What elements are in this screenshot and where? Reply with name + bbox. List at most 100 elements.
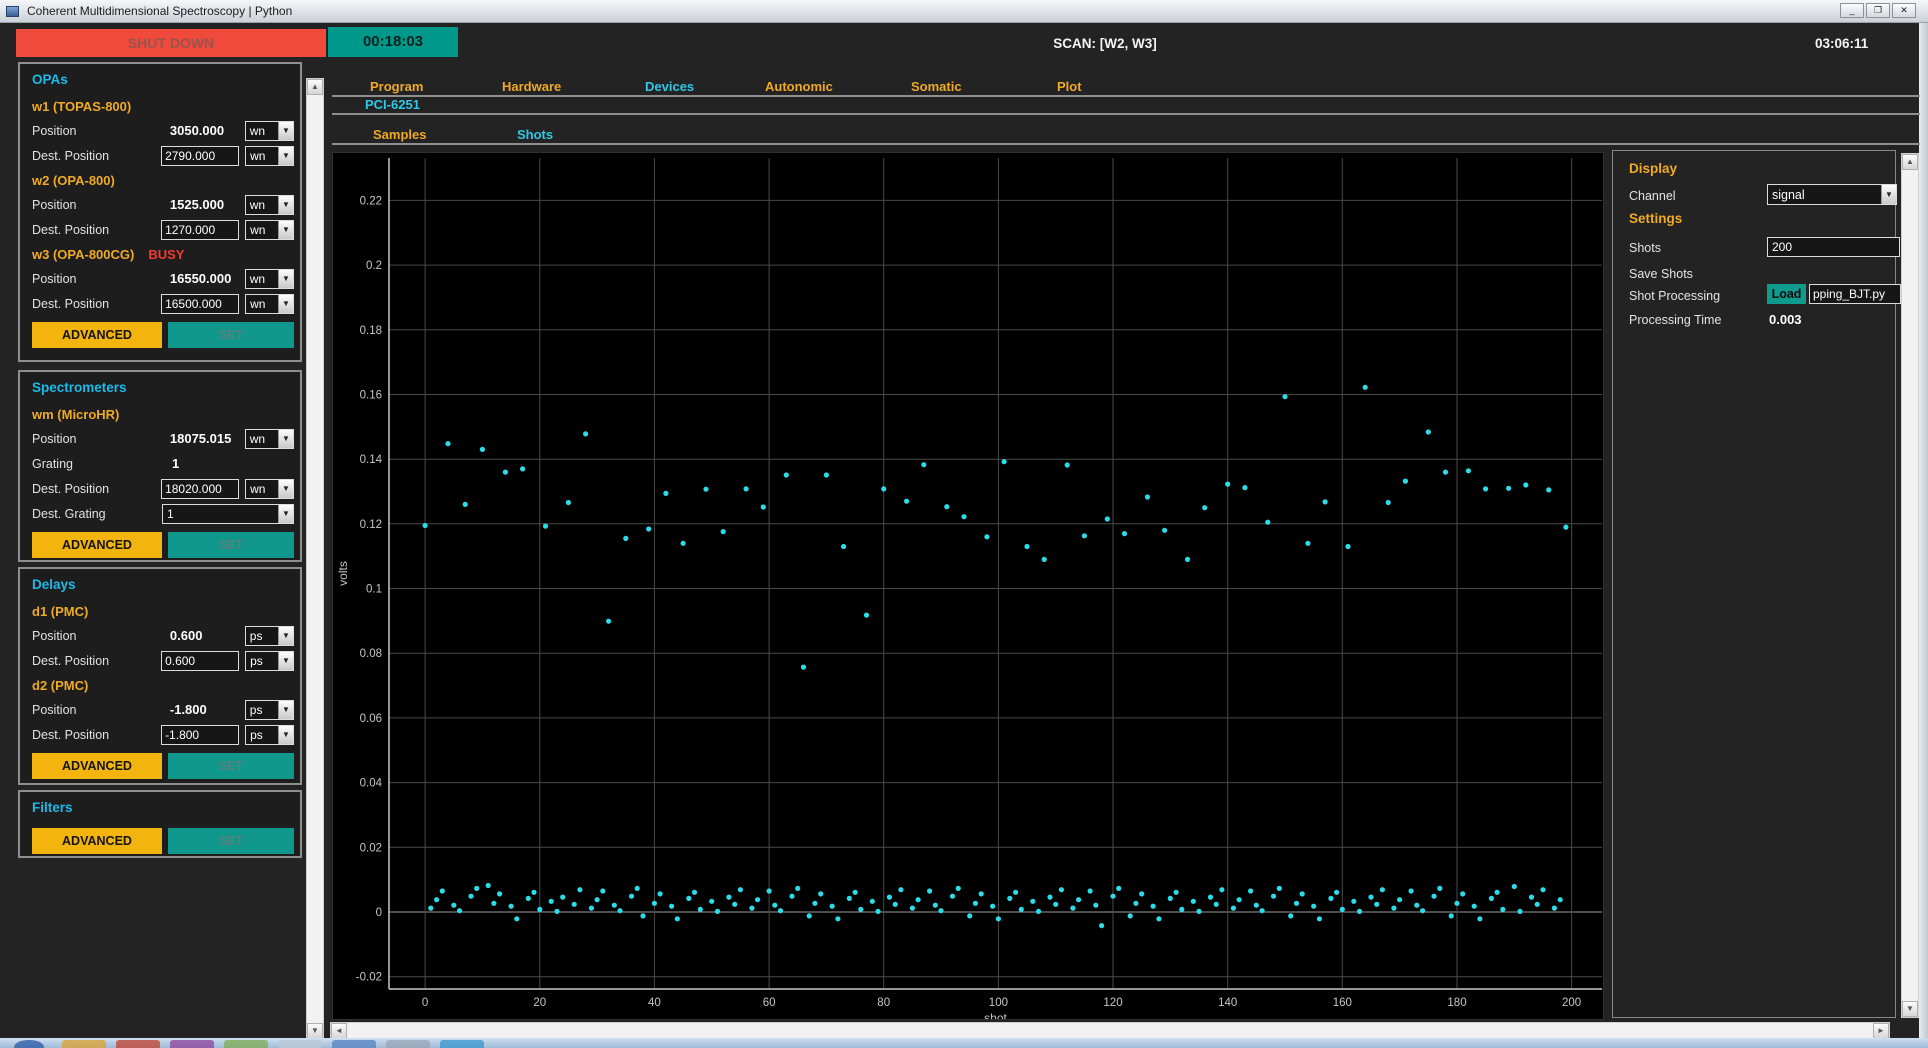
processing-time-label: Processing Time: [1629, 313, 1722, 327]
tab-plot[interactable]: Plot: [1057, 79, 1082, 94]
maximize-button[interactable]: ❐: [1866, 3, 1890, 18]
motor-name: d1 (PMC): [32, 603, 89, 619]
shots-scatter-plot[interactable]: -0.02 0 0.02 0.04 0.06 0.08 0.1 0.12 0.14 0.16 0.1…: [332, 152, 1604, 1025]
svg-text:120: 120: [1103, 997, 1122, 1009]
motor-row: Position -1.800 ps ▼: [32, 697, 294, 722]
advanced-button[interactable]: ADVANCED: [32, 532, 162, 558]
script-path-input[interactable]: [1809, 284, 1901, 304]
set-button[interactable]: SET: [168, 532, 294, 558]
scan-status-label: SCAN: [W2, W3]: [1053, 36, 1157, 51]
set-button[interactable]: SET: [168, 753, 294, 779]
right-panel-scrollbar[interactable]: ▲ ▼: [1901, 153, 1919, 1018]
tab-pci-6251[interactable]: PCI-6251: [365, 97, 420, 112]
channel-select[interactable]: signal ▼: [1767, 184, 1897, 205]
taskbar-icon[interactable]: [278, 1040, 322, 1048]
chevron-down-icon[interactable]: ▼: [278, 220, 293, 239]
advanced-button[interactable]: ADVANCED: [32, 322, 162, 348]
window-title: Coherent Multidimensional Spectroscopy |…: [27, 4, 293, 18]
title-bar[interactable]: Coherent Multidimensional Spectroscopy |…: [0, 0, 1928, 23]
svg-text:0.22: 0.22: [360, 195, 382, 207]
chevron-down-icon[interactable]: ▼: [278, 121, 293, 140]
chevron-down-icon[interactable]: ▼: [278, 504, 293, 523]
subtab-shots[interactable]: Shots: [517, 127, 553, 142]
scroll-up-icon[interactable]: ▲: [307, 79, 323, 95]
unit-select[interactable]: wn ▼: [244, 194, 294, 215]
chevron-down-icon[interactable]: ▼: [278, 479, 293, 498]
dest-position-input[interactable]: [161, 478, 240, 499]
unit-select[interactable]: ps ▼: [245, 724, 294, 745]
scroll-left-icon[interactable]: ◄: [331, 1023, 347, 1039]
unit-value: ps: [249, 628, 263, 643]
unit-select[interactable]: wn ▼: [245, 478, 294, 499]
chevron-down-icon[interactable]: ▼: [278, 626, 293, 645]
taskbar-icon[interactable]: [224, 1040, 268, 1048]
dest-position-input[interactable]: [161, 145, 240, 166]
shutdown-button[interactable]: SHUT DOWN: [16, 29, 326, 57]
row-label: Position: [32, 628, 77, 643]
scroll-up-icon[interactable]: ▲: [1902, 154, 1918, 170]
advanced-button[interactable]: ADVANCED: [32, 828, 162, 854]
tab-devices[interactable]: Devices: [645, 79, 694, 94]
chevron-down-icon[interactable]: ▼: [278, 429, 293, 448]
dest-position-input[interactable]: [161, 724, 240, 745]
plot-canvas[interactable]: -0.02 0 0.02 0.04 0.06 0.08 0.1 0.12 0.14 0.16 0.1…: [333, 153, 1603, 1025]
svg-text:0: 0: [376, 907, 382, 919]
save-shots-label: Save Shots: [1629, 267, 1693, 281]
unit-select[interactable]: wn ▼: [244, 120, 294, 141]
unit-select[interactable]: wn ▼: [244, 428, 294, 449]
unit-select[interactable]: wn ▼: [245, 293, 294, 314]
minimize-button[interactable]: _: [1840, 3, 1864, 18]
position-readout: 18075.015: [169, 431, 232, 446]
chevron-down-icon[interactable]: ▼: [278, 146, 293, 165]
svg-text:0.2: 0.2: [366, 260, 382, 272]
taskbar-icon[interactable]: [116, 1040, 160, 1048]
dest-position-input[interactable]: [161, 650, 240, 671]
shots-input[interactable]: [1767, 237, 1900, 257]
unit-select[interactable]: ps ▼: [244, 625, 294, 646]
chevron-down-icon[interactable]: ▼: [278, 195, 293, 214]
chevron-down-icon[interactable]: ▼: [278, 725, 293, 744]
dest-position-input[interactable]: [161, 219, 240, 240]
advanced-button[interactable]: ADVANCED: [32, 753, 162, 779]
close-button[interactable]: ✕: [1892, 3, 1916, 18]
taskbar-icon[interactable]: [332, 1040, 376, 1048]
taskbar-icon[interactable]: [386, 1040, 430, 1048]
taskbar-icon[interactable]: [62, 1040, 106, 1048]
sidebar-section-spectrometers: Spectrometers wm (MicroHR) Position 18075.0…: [18, 370, 302, 562]
chevron-down-icon[interactable]: ▼: [278, 269, 293, 288]
tab-program[interactable]: Program: [370, 79, 423, 94]
row-label: Dest. Position: [32, 296, 110, 311]
motor-row: Grating 1: [32, 451, 294, 476]
chevron-down-icon[interactable]: ▼: [278, 700, 293, 719]
motor-row: Dest. Position ps ▼: [32, 648, 294, 673]
chevron-down-icon[interactable]: ▼: [278, 294, 293, 313]
scroll-right-icon[interactable]: ►: [1873, 1023, 1889, 1039]
tab-hardware[interactable]: Hardware: [502, 79, 561, 94]
y-axis-label: volts: [336, 561, 350, 586]
unit-select[interactable]: wn ▼: [245, 145, 294, 166]
scroll-down-icon[interactable]: ▼: [307, 1023, 323, 1039]
center-vertical-scrollbar[interactable]: ▲ ▼: [306, 78, 324, 1040]
chevron-down-icon[interactable]: ▼: [1881, 185, 1896, 204]
section-buttons: ADVANCED SET: [32, 828, 294, 854]
svg-text:0.02: 0.02: [360, 842, 382, 854]
set-button[interactable]: SET: [168, 828, 294, 854]
start-orb-icon[interactable]: [14, 1040, 44, 1048]
subtab-samples[interactable]: Samples: [373, 127, 426, 142]
tab-autonomic[interactable]: Autonomic: [765, 79, 833, 94]
dest-position-input[interactable]: [161, 293, 240, 314]
windows-taskbar[interactable]: [0, 1038, 1928, 1048]
unit-select[interactable]: ps ▼: [245, 650, 294, 671]
taskbar-icon[interactable]: [440, 1040, 484, 1048]
taskbar-icon[interactable]: [170, 1040, 214, 1048]
row-label: Position: [32, 271, 77, 286]
unit-select[interactable]: wn ▼: [245, 219, 294, 240]
tab-somatic[interactable]: Somatic: [911, 79, 962, 94]
chevron-down-icon[interactable]: ▼: [278, 651, 293, 670]
scroll-down-icon[interactable]: ▼: [1902, 1001, 1918, 1017]
unit-select[interactable]: wn ▼: [244, 268, 294, 289]
unit-select[interactable]: ps ▼: [244, 699, 294, 720]
set-button[interactable]: SET: [168, 322, 294, 348]
dest-grating-select[interactable]: 1 ▼: [162, 503, 294, 524]
load-script-button[interactable]: Load: [1767, 284, 1806, 304]
